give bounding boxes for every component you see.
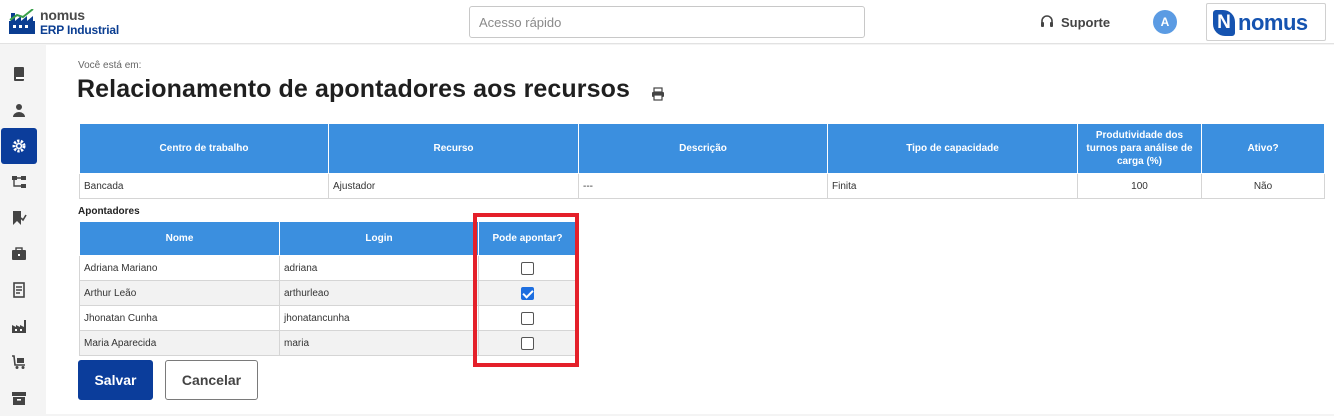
archive-icon <box>11 392 26 405</box>
sidebar-item-document[interactable] <box>0 272 37 308</box>
table-row: Arthur Leão arthurleao <box>79 280 577 306</box>
table-row: Maria Aparecida maria <box>79 330 577 356</box>
support-link[interactable]: Suporte <box>1040 12 1110 32</box>
can-point-checkbox[interactable] <box>521 336 534 350</box>
sidebar <box>0 45 46 414</box>
user-icon <box>12 104 25 117</box>
table-row: Jhonatan Cunha jhonatancunha <box>79 305 577 331</box>
document-icon <box>12 282 25 298</box>
brand-name: nomus <box>40 7 85 23</box>
print-icon[interactable] <box>651 87 665 101</box>
table-cell: Bancada <box>79 173 329 199</box>
pointer-name: Maria Aparecida <box>79 330 280 356</box>
pointer-login: maria <box>279 330 479 356</box>
can-point-checkbox[interactable] <box>521 261 534 275</box>
table-row: Bancada Ajustador --- Finita 100 Não <box>79 173 1325 199</box>
sidebar-item-book[interactable] <box>0 56 37 92</box>
column-header: Descrição <box>578 123 828 174</box>
can-point-checkbox[interactable] <box>521 311 534 325</box>
quick-access-input[interactable] <box>469 6 865 38</box>
user-avatar[interactable]: A <box>1153 10 1177 34</box>
pointers-table: Nome Login Pode apontar? Adriana Mariano… <box>79 221 577 356</box>
sidebar-item-bookmark[interactable] <box>0 200 37 236</box>
support-label: Suporte <box>1061 14 1111 30</box>
nomus-logo-text: nomus <box>1238 10 1308 35</box>
table-cell: Ajustador <box>328 173 579 199</box>
table-cell: Não <box>1201 173 1325 199</box>
section-label: Apontadores <box>78 206 140 217</box>
briefcase-icon <box>11 247 26 260</box>
column-header: Centro de trabalho <box>79 123 329 174</box>
sidebar-item-flow[interactable] <box>0 164 37 200</box>
column-header: Tipo de capacidade <box>827 123 1078 174</box>
cart-icon <box>11 355 25 369</box>
pointer-name: Arthur Leão <box>79 280 280 306</box>
book-icon <box>13 67 24 81</box>
table-cell: Finita <box>827 173 1078 199</box>
pointer-login: adriana <box>279 255 479 281</box>
brand-subtitle: ERP Industrial <box>40 23 119 37</box>
brand-logo[interactable]: nomus ERP Industrial <box>7 5 137 39</box>
table-row: Adriana Mariano adriana <box>79 255 577 281</box>
gear-icon <box>12 139 26 153</box>
resource-table-header: Centro de trabalho Recurso Descrição Tip… <box>79 123 1325 174</box>
sidebar-item-factory[interactable] <box>0 308 37 344</box>
nomus-logo-mark: N <box>1213 10 1235 36</box>
nomus-logo: N nomus <box>1206 3 1326 41</box>
pointer-name: Jhonatan Cunha <box>79 305 280 331</box>
pointer-login: arthurleao <box>279 280 479 306</box>
column-header: Produtividade dos turnos para análise de… <box>1077 123 1202 174</box>
sidebar-item-archive[interactable] <box>0 380 37 416</box>
table-cell: 100 <box>1077 173 1202 199</box>
save-button[interactable]: Salvar <box>78 360 153 400</box>
column-header: Pode apontar? <box>478 221 577 256</box>
pointers-table-header: Nome Login Pode apontar? <box>79 221 577 256</box>
column-header: Login <box>279 221 479 256</box>
headset-icon <box>1041 15 1053 27</box>
flow-icon <box>11 176 26 188</box>
column-header: Recurso <box>328 123 579 174</box>
sidebar-item-briefcase[interactable] <box>0 236 37 272</box>
page-title: Relacionamento de apontadores aos recurs… <box>77 75 630 103</box>
breadcrumb: Você está em: <box>78 60 142 71</box>
top-bar: nomus ERP Industrial Suporte A N nomus <box>0 0 1334 44</box>
bookmark-check-icon <box>12 211 27 225</box>
column-header: Nome <box>79 221 280 256</box>
main-content: Você está em: Relacionamento de apontado… <box>46 45 1334 414</box>
cancel-button[interactable]: Cancelar <box>165 360 258 400</box>
can-point-checkbox[interactable] <box>521 286 534 300</box>
sidebar-item-cart[interactable] <box>0 344 37 380</box>
table-cell: --- <box>578 173 828 199</box>
resource-table: Centro de trabalho Recurso Descrição Tip… <box>79 123 1325 199</box>
pointer-login: jhonatancunha <box>279 305 479 331</box>
factory-logo-icon <box>9 9 35 34</box>
sidebar-item-user[interactable] <box>0 92 37 128</box>
column-header: Ativo? <box>1201 123 1325 174</box>
factory-icon <box>11 320 26 333</box>
sidebar-item-settings[interactable] <box>1 128 37 164</box>
pointer-name: Adriana Mariano <box>79 255 280 281</box>
